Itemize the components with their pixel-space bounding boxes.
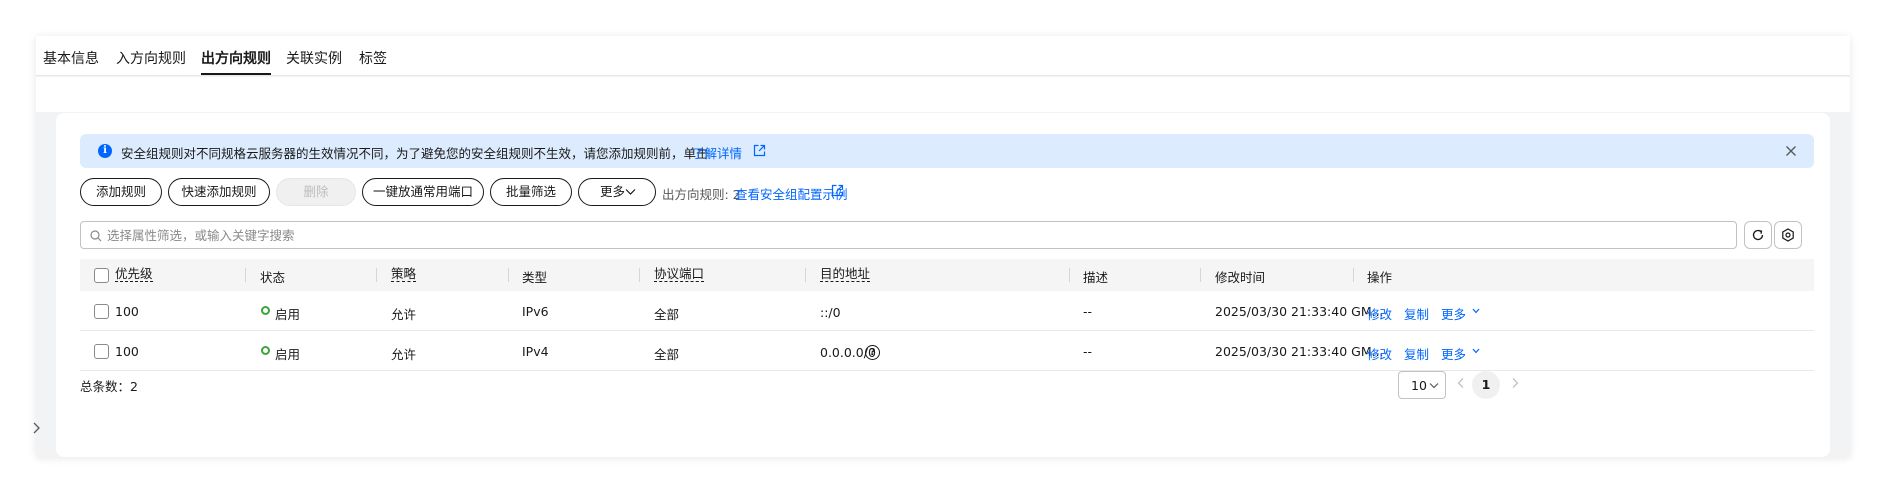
more-button[interactable]: 更多 <box>578 178 656 206</box>
tab-content-spacer <box>36 77 1850 112</box>
search-box <box>80 221 1737 249</box>
sidebar-expand-icon[interactable] <box>30 414 44 442</box>
chevron-down-icon[interactable] <box>1472 308 1480 314</box>
column-separator <box>1200 268 1201 282</box>
column-separator <box>245 268 246 282</box>
cell-policy: 允许 <box>391 307 417 322</box>
column-separator <box>1353 268 1354 282</box>
chevron-down-icon <box>1429 383 1439 389</box>
status-enabled-icon <box>261 306 270 315</box>
rules-card: i 安全组规则对不同规格云服务器的生效情况不同，为了避免您的安全组规则不生效，请… <box>56 113 1830 457</box>
batch-filter-button[interactable]: 批量筛选 <box>490 178 572 206</box>
chevron-down-icon <box>625 189 636 195</box>
learn-more-link[interactable]: 了解详情 <box>692 143 742 162</box>
cell-description: -- <box>1083 344 1093 359</box>
external-link-icon[interactable] <box>831 184 844 197</box>
info-icon: i <box>98 144 112 158</box>
table-row: 100 启用 允许 IPv4 全部 0.0.0.0/0 ? -- 2025/03… <box>80 331 1814 371</box>
tab-associated-instances[interactable]: 关联实例 <box>286 48 342 68</box>
column-separator <box>805 268 806 282</box>
cell-modified-time: 2025/03/30 21:33:40 GM... <box>1215 344 1384 359</box>
gear-icon <box>1782 228 1794 242</box>
cell-priority: 100 <box>115 304 139 319</box>
cell-policy: 允许 <box>391 347 417 362</box>
header-priority[interactable]: 优先级 <box>115 267 153 282</box>
cell-status: 启用 <box>275 307 301 322</box>
header-description: 描述 <box>1083 270 1109 285</box>
add-rule-button[interactable]: 添加规则 <box>80 178 162 206</box>
external-link-icon[interactable] <box>753 144 766 157</box>
more-link[interactable]: 更多 <box>1441 344 1466 363</box>
refresh-button[interactable] <box>1744 221 1772 249</box>
tab-bar: 基本信息 入方向规则 出方向规则 关联实例 标签 <box>36 36 1850 76</box>
cell-destination: ::/0 <box>820 305 841 320</box>
settings-button[interactable] <box>1774 221 1802 249</box>
header-actions: 操作 <box>1367 270 1393 285</box>
column-separator <box>1069 268 1070 282</box>
tab-basic-info[interactable]: 基本信息 <box>43 48 99 68</box>
cell-protocol-port: 全部 <box>654 347 680 362</box>
table-row: 100 启用 允许 IPv6 全部 ::/0 -- 2025/03/30 21:… <box>80 291 1814 331</box>
refresh-icon <box>1752 229 1764 241</box>
current-page-button[interactable]: 1 <box>1472 371 1500 399</box>
previous-page-icon[interactable] <box>1454 376 1468 390</box>
tab-outbound-rules[interactable]: 出方向规则 <box>201 48 271 68</box>
column-separator <box>376 268 377 282</box>
edit-link[interactable]: 修改 <box>1367 344 1392 363</box>
cell-description: -- <box>1083 304 1093 319</box>
header-policy[interactable]: 策略 <box>391 267 417 282</box>
cell-type: IPv6 <box>522 304 549 319</box>
next-page-icon[interactable] <box>1508 376 1522 390</box>
outbound-rule-count: 出方向规则: 2 <box>662 187 741 202</box>
active-tab-indicator <box>201 73 271 75</box>
tab-tags[interactable]: 标签 <box>359 48 387 68</box>
alert-message: 安全组规则对不同规格云服务器的生效情况不同，为了避免您的安全组规则不生效，请您添… <box>121 146 709 161</box>
cell-type: IPv4 <box>522 344 549 359</box>
total-count: 总条数：2 <box>80 379 138 394</box>
help-icon[interactable]: ? <box>865 345 880 360</box>
page-size-value: 10 <box>1411 378 1427 393</box>
row-checkbox[interactable] <box>94 344 109 359</box>
header-destination[interactable]: 目的地址 <box>820 267 871 282</box>
select-all-checkbox[interactable] <box>94 268 109 283</box>
more-link[interactable]: 更多 <box>1441 304 1466 323</box>
cell-priority: 100 <box>115 344 139 359</box>
cell-modified-time: 2025/03/30 21:33:40 GM... <box>1215 304 1384 319</box>
security-group-panel: 基本信息 入方向规则 出方向规则 关联实例 标签 i 安全组规则对不同规格云服务… <box>36 36 1850 457</box>
table-header: 优先级 状态 策略 类型 协议端口 目的地址 描述 修改时间 操作 <box>80 259 1814 291</box>
page-size-select[interactable]: 10 <box>1398 371 1446 399</box>
copy-link[interactable]: 复制 <box>1404 344 1429 363</box>
chevron-down-icon[interactable] <box>1472 348 1480 354</box>
more-button-label: 更多 <box>600 184 626 199</box>
delete-button[interactable]: 删除 <box>276 178 356 206</box>
open-common-ports-button[interactable]: 一键放通常用端口 <box>362 178 484 206</box>
header-type: 类型 <box>522 270 548 285</box>
row-checkbox[interactable] <box>94 304 109 319</box>
cell-status: 启用 <box>275 347 301 362</box>
copy-link[interactable]: 复制 <box>1404 304 1429 323</box>
column-separator <box>639 268 640 282</box>
edit-link[interactable]: 修改 <box>1367 304 1392 323</box>
close-icon[interactable] <box>1782 142 1800 160</box>
info-alert: i 安全组规则对不同规格云服务器的生效情况不同，为了避免您的安全组规则不生效，请… <box>80 134 1814 168</box>
tab-inbound-rules[interactable]: 入方向规则 <box>116 48 186 68</box>
status-enabled-icon <box>261 346 270 355</box>
search-input[interactable] <box>107 222 1707 248</box>
column-separator <box>508 268 509 282</box>
search-icon <box>90 230 102 242</box>
cell-protocol-port: 全部 <box>654 307 680 322</box>
quick-add-rule-button[interactable]: 快速添加规则 <box>168 178 270 206</box>
header-status: 状态 <box>260 270 286 285</box>
header-modified-time: 修改时间 <box>1215 270 1266 285</box>
header-protocol-port[interactable]: 协议端口 <box>654 267 705 282</box>
